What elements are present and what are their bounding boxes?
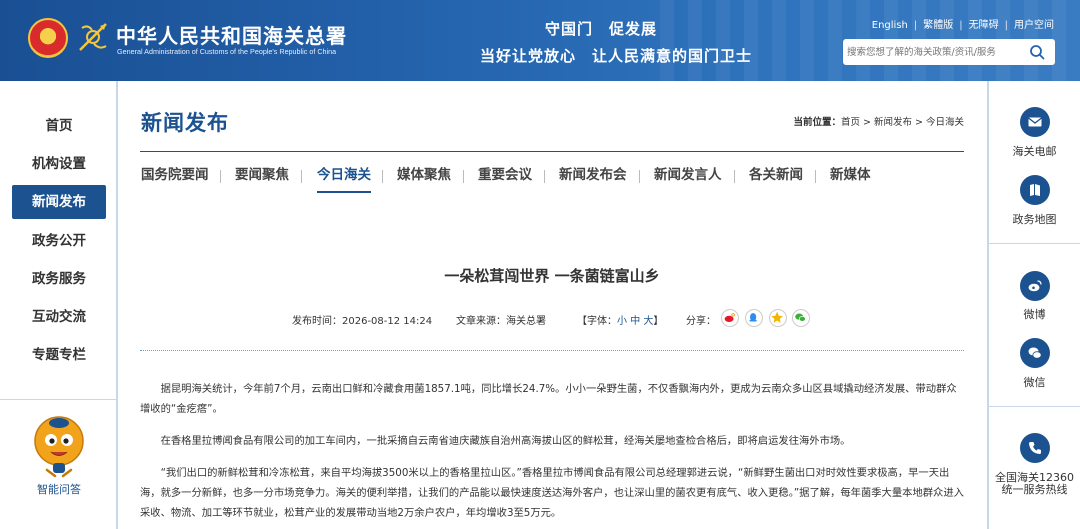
search-box xyxy=(843,39,1055,65)
article-source: 文章来源：海关总署 xyxy=(456,312,546,327)
breadcrumb-prefix: 当前位置： xyxy=(793,117,841,128)
site-brand-title[interactable]: 中华人民共和国海关总署 xyxy=(116,20,347,49)
top-links: English | 繁體版 | 无障碍 | 用户空间 xyxy=(872,16,1054,31)
customs-logo-icon[interactable] xyxy=(76,20,110,54)
tab-separator xyxy=(544,170,545,183)
share-label: 分享： xyxy=(686,316,716,327)
tab-separator xyxy=(734,170,735,183)
mail-icon xyxy=(1028,117,1042,127)
publish-time-value: 2026-08-12 14:24 xyxy=(342,316,433,327)
assistant-mascot-icon[interactable] xyxy=(29,414,89,478)
tab-new-media[interactable]: 新媒体 xyxy=(830,163,871,193)
header-slogan-1: 守国门 促发展 xyxy=(545,20,658,38)
article-paragraph: “我们出口的新鲜松茸和冷冻松茸，来自平均海拔3500米以上的香格里拉山区。”香格… xyxy=(140,467,964,519)
nav-item-gov-affairs[interactable]: 政务公开 xyxy=(12,224,106,258)
article-divider xyxy=(140,350,964,351)
nav-item-interaction[interactable]: 互动交流 xyxy=(12,300,106,334)
top-link-separator: | xyxy=(1004,20,1008,31)
nav-item-special-topics[interactable]: 专题专栏 xyxy=(12,338,106,372)
search-icon[interactable] xyxy=(1029,44,1045,60)
tab-separator xyxy=(639,170,640,183)
national-emblem-icon[interactable] xyxy=(28,18,68,58)
tab-separator xyxy=(220,170,221,183)
weibo-icon xyxy=(1028,280,1042,292)
header-slogan-2: 当好让党放心 让人民满意的国门卫士 xyxy=(480,47,753,65)
nav-divider xyxy=(0,399,116,400)
map-icon xyxy=(1030,184,1040,196)
font-size-control: 【字体：小 中 大】 xyxy=(577,312,663,327)
font-large-button[interactable]: 大 xyxy=(643,316,653,327)
top-link-accessibility[interactable]: 无障碍 xyxy=(969,20,999,31)
tab-separator xyxy=(382,170,383,183)
tab-separator xyxy=(463,170,464,183)
title-divider xyxy=(140,151,964,152)
share-wechat-icon[interactable] xyxy=(792,309,810,327)
search-input[interactable] xyxy=(847,42,1027,62)
main-content: 新闻发布 当前位置：首页 > 新闻发布 > 今日海关 国务院要闻 要闻聚焦 今日… xyxy=(140,81,964,529)
hotline-button[interactable] xyxy=(1020,433,1050,463)
breadcrumb: 当前位置：首页 > 新闻发布 > 今日海关 xyxy=(793,114,964,128)
tab-media-focus[interactable]: 媒体聚焦 xyxy=(397,163,451,193)
weibo-label[interactable]: 微博 xyxy=(989,309,1080,321)
nav-item-home[interactable]: 首页 xyxy=(12,109,106,143)
font-small-button[interactable]: 小 xyxy=(617,316,627,327)
tab-press-conference[interactable]: 新闻发布会 xyxy=(559,163,627,193)
article-paragraph: 在香格里拉博闻食品有限公司的加工车间内，一批采摘自云南省迪庆藏族自治州高海拔山区… xyxy=(160,435,851,447)
rail-divider xyxy=(989,406,1080,407)
email-label[interactable]: 海关电邮 xyxy=(989,146,1080,158)
top-link-english[interactable]: English xyxy=(872,20,908,31)
map-button[interactable] xyxy=(1020,175,1050,205)
site-header: 中华人民共和国海关总署 General Administration of Cu… xyxy=(0,0,1080,81)
hotline-label[interactable]: 全国海关12360统一服务热线 xyxy=(990,472,1079,496)
tab-separator xyxy=(301,170,302,183)
wechat-button[interactable] xyxy=(1020,338,1050,368)
left-nav: 首页 机构设置 新闻发布 政务公开 政务服务 互动交流 专题专栏 智能问答 xyxy=(0,81,118,529)
publish-time: 发布时间：2026-08-12 14:24 xyxy=(292,312,432,327)
assistant-label[interactable]: 智能问答 xyxy=(0,481,118,497)
news-tabs: 国务院要闻 要闻聚焦 今日海关 媒体聚焦 重要会议 新闻发布会 新闻发言人 各关… xyxy=(140,163,964,193)
top-link-traditional[interactable]: 繁體版 xyxy=(923,20,953,31)
rail-divider xyxy=(989,243,1080,244)
tab-focus-news[interactable]: 要闻聚焦 xyxy=(235,163,289,193)
nav-item-gov-services[interactable]: 政务服务 xyxy=(12,262,106,296)
section-title: 新闻发布 xyxy=(141,110,229,135)
font-medium-button[interactable]: 中 xyxy=(630,316,640,327)
share-qq-icon[interactable] xyxy=(745,309,763,327)
map-label[interactable]: 政务地图 xyxy=(989,214,1080,226)
share-weibo-icon[interactable] xyxy=(721,309,739,327)
top-link-user-space[interactable]: 用户空间 xyxy=(1014,20,1054,31)
top-link-separator: | xyxy=(913,20,918,31)
email-button[interactable] xyxy=(1020,107,1050,137)
article-title: 一朵松茸闯世界 一条菌链富山乡 xyxy=(444,267,660,285)
nav-item-organization[interactable]: 机构设置 xyxy=(12,147,106,181)
weibo-button[interactable] xyxy=(1020,271,1050,301)
source-value: 海关总署 xyxy=(506,316,546,327)
tab-state-council[interactable]: 国务院要闻 xyxy=(141,163,209,193)
phone-icon xyxy=(1029,442,1041,454)
nav-item-news[interactable]: 新闻发布 xyxy=(12,185,106,219)
tab-spokesperson[interactable]: 新闻发言人 xyxy=(654,163,722,193)
tab-separator xyxy=(815,170,816,183)
tab-today-customs[interactable]: 今日海关 xyxy=(317,163,371,193)
share-qzone-icon[interactable] xyxy=(769,309,787,327)
font-size-label-close: 】 xyxy=(653,316,664,327)
font-size-label: 【字体： xyxy=(577,316,617,327)
breadcrumb-path[interactable]: 首页 > 新闻发布 > 今日海关 xyxy=(841,117,964,128)
wechat-label[interactable]: 微信 xyxy=(989,377,1080,389)
right-rail: 海关电邮 政务地图 微博 微信 全国海关12360统一服务热线 xyxy=(987,81,1080,529)
site-brand-subtitle: General Administration of Customs of the… xyxy=(117,47,337,56)
tab-local-news[interactable]: 各关新闻 xyxy=(749,163,803,193)
article-paragraph: 据昆明海关统计，今年前7个月，云南出口鲜和冷藏食用菌1857.1吨，同比增长24… xyxy=(140,383,957,415)
top-link-separator: | xyxy=(959,20,963,31)
source-label: 文章来源： xyxy=(456,316,506,327)
wechat-icon xyxy=(1028,347,1042,359)
publish-time-label: 发布时间： xyxy=(292,316,342,327)
tab-meetings[interactable]: 重要会议 xyxy=(478,163,532,193)
